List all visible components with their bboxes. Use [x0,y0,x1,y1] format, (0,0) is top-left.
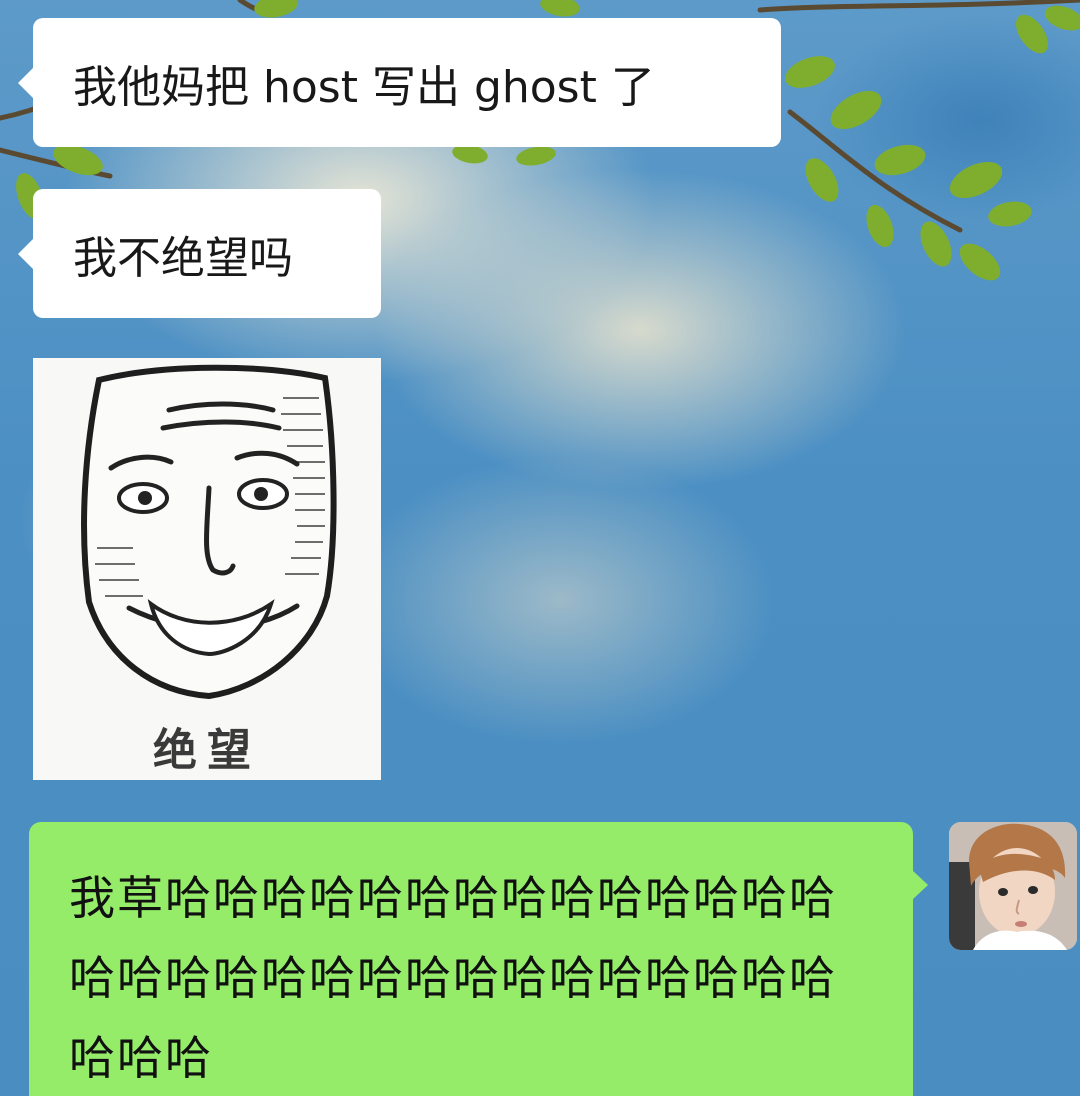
message-text: 我他妈把 host 写出 ghost 了 [73,61,655,113]
message-text: 我草哈哈哈哈哈哈哈哈哈哈哈哈哈哈哈哈哈哈哈哈哈哈哈哈哈哈哈哈哈哈哈哈哈 [69,871,837,1085]
sticker-message[interactable]: 绝望 [33,358,381,780]
bubble-tail [912,870,928,900]
despair-face-sticker-icon [81,364,337,700]
message-bubble-received[interactable]: 我不绝望吗 [18,189,381,318]
user-avatar[interactable] [949,822,1077,950]
bubble-tail [18,66,34,99]
bubble-tail [18,237,34,270]
sticker-caption: 绝望 [153,725,261,776]
person-photo-icon [949,822,1077,950]
message-text: 我不绝望吗 [73,232,293,284]
message-bubble-sent[interactable]: 我草哈哈哈哈哈哈哈哈哈哈哈哈哈哈哈哈哈哈哈哈哈哈哈哈哈哈哈哈哈哈哈哈哈 [29,822,928,1096]
message-bubble-received[interactable]: 我他妈把 host 写出 ghost 了 [18,18,781,147]
chat-area: 我他妈把 host 写出 ghost 了 我不绝望吗 绝望 我草哈哈哈哈哈哈哈哈… [0,0,1080,1096]
